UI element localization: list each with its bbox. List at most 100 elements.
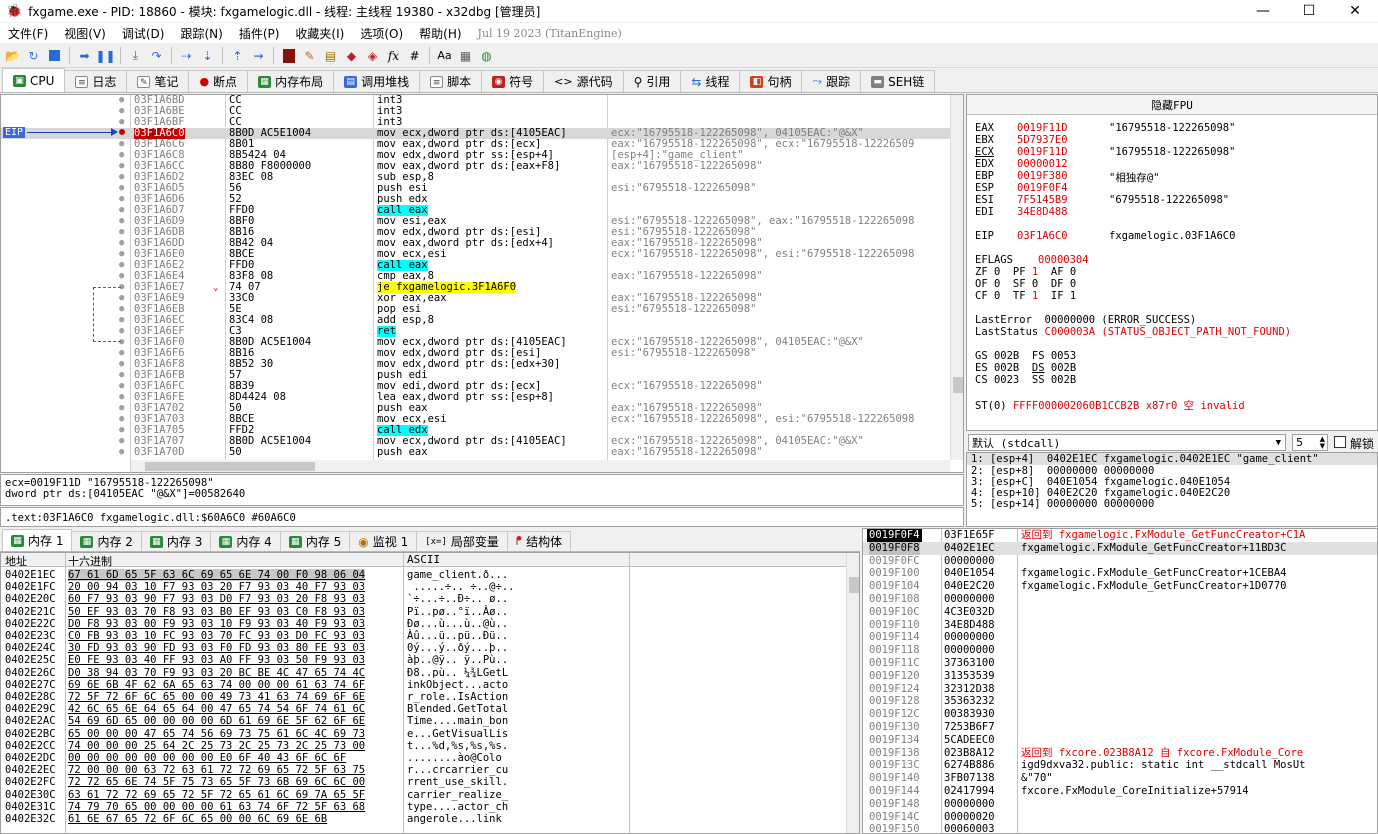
- tab-handles[interactable]: ◧ 句柄: [739, 70, 803, 92]
- labels-icon[interactable]: ◆: [343, 47, 360, 64]
- dump-row[interactable]: 0402E21C 50 EF 93 03 70 F8 93 03 B0 EF 93…: [1, 606, 846, 618]
- arguments-list[interactable]: 1: [esp+4] 0402E1EC fxgamelogic.0402E1EC…: [966, 452, 1378, 527]
- dump-row[interactable]: 0402E29C 42 6C 65 6E 64 65 64 00 47 65 74…: [1, 703, 846, 715]
- hash-icon[interactable]: #: [406, 47, 423, 64]
- stack-row[interactable]: 0019F104 040E2C20 fxgamelogic.FxModule_Get…: [863, 580, 1377, 593]
- tab-memory-map[interactable]: ▦ 内存布局: [247, 70, 335, 92]
- stack-row[interactable]: 0019F12C 00383930: [863, 708, 1377, 721]
- bp-gutter-dot-icon[interactable]: ●: [119, 161, 124, 172]
- dump-row[interactable]: 0402E20C 60 F7 93 03 90 F7 93 03 D0 F7 93…: [1, 593, 846, 605]
- tab-dump-4[interactable]: ▦ 内存 4: [210, 531, 281, 551]
- register-edi[interactable]: EDI 34E8D488: [975, 206, 1068, 218]
- stack-row[interactable]: 0019F0F4 03F1E65F 返回到 fxgamelogic.FxModule…: [863, 529, 1377, 542]
- step-into-icon[interactable]: ⤓: [127, 47, 144, 64]
- stack-row[interactable]: 0019F114 00000000: [863, 631, 1377, 644]
- close-button[interactable]: ✕: [1332, 0, 1378, 22]
- spinner-arrows-icon[interactable]: ▲ ▼: [1320, 435, 1325, 450]
- bp-gutter-dot-icon[interactable]: ●: [119, 139, 124, 150]
- tab-locals[interactable]: [x=] 局部变量: [416, 531, 508, 551]
- dump-row[interactable]: 0402E2FC 72 72 65 6E 74 5F 75 73 65 5F 73…: [1, 776, 846, 788]
- memory-dump[interactable]: 地址 十六进制 ASCII 0402E1EC 67 61 6D 65 5F 63 …: [0, 552, 860, 834]
- tab-symbols[interactable]: ◉ 符号: [481, 70, 545, 92]
- trace-over-icon[interactable]: ⇣: [199, 47, 216, 64]
- dump-row[interactable]: 0402E30C 63 61 72 72 69 65 72 5F 72 65 61…: [1, 789, 846, 801]
- stack-row[interactable]: 0019F13C 6274B886 igd9dxva32.public: stati…: [863, 759, 1377, 772]
- stack-row[interactable]: 0019F120 31353539: [863, 670, 1377, 683]
- bp-gutter-dot-icon[interactable]: ●: [119, 172, 124, 183]
- eflags-register[interactable]: EFLAGS 00000304: [975, 254, 1089, 266]
- bp-gutter-dot-icon[interactable]: ●: [119, 205, 124, 216]
- bp-gutter-dot-icon[interactable]: ●: [119, 95, 124, 106]
- tab-struct[interactable]: ᖰ 结构体: [506, 531, 572, 551]
- run-to-user-code-icon[interactable]: ⇝: [250, 47, 267, 64]
- bp-gutter-dot-icon[interactable]: ●: [119, 183, 124, 194]
- flags-row[interactable]: ZF 0 PF 1 AF 0: [975, 266, 1076, 278]
- bp-gutter-dot-icon[interactable]: ●: [119, 425, 124, 436]
- stack-view[interactable]: 0019F0F4 03F1E65F 返回到 fxgamelogic.FxModule…: [862, 528, 1378, 834]
- tab-seh-chain[interactable]: ▬ SEH链: [860, 70, 936, 92]
- tab-log[interactable]: ≡ 日志: [64, 70, 128, 92]
- bp-gutter-dot-icon[interactable]: ●: [119, 359, 124, 370]
- pause-icon[interactable]: ❚❚: [95, 47, 115, 64]
- stack-row[interactable]: 0019F130 7253B6F7: [863, 721, 1377, 734]
- restart-icon[interactable]: ↻: [25, 47, 42, 64]
- argument-row[interactable]: 1: [esp+4] 0402E1EC fxgamelogic.0402E1EC…: [971, 453, 1319, 465]
- dump-row[interactable]: 0402E2DC 00 00 00 00 00 00 00 00 E0 6F 40…: [1, 752, 846, 764]
- stack-row[interactable]: 0019F0FC 00000000: [863, 555, 1377, 568]
- patch-icon[interactable]: ✎: [301, 47, 318, 64]
- stack-row[interactable]: 0019F150 00060003: [863, 823, 1377, 833]
- hide-fpu-header[interactable]: 隐藏FPU: [967, 95, 1377, 115]
- tab-notes[interactable]: ✎ 笔记: [126, 70, 190, 92]
- dump-row[interactable]: 0402E23C C0 FB 93 03 10 FC 93 03 70 FC 93…: [1, 630, 846, 642]
- stack-row[interactable]: 0019F138 023B8A12 返回到 fxcore.023B8A12 自 fx…: [863, 747, 1377, 760]
- bp-gutter-dot-icon[interactable]: ●: [119, 348, 124, 359]
- registers-pane[interactable]: 隐藏FPU EAX 0019F11D "16795518-122265098" EBX…: [966, 94, 1378, 431]
- tab-watch-1[interactable]: ◉ 监视 1: [349, 531, 418, 551]
- register-ecx[interactable]: ECX 0019F11D "16795518-122265098": [975, 146, 1235, 158]
- tab-source[interactable]: <> 源代码: [543, 70, 624, 92]
- bp-gutter-dot-icon[interactable]: ●: [119, 238, 124, 249]
- dump-row[interactable]: 0402E28C 72 5F 72 6F 6C 65 00 00 49 73 41…: [1, 691, 846, 703]
- bp-gutter-dot-icon[interactable]: ●: [119, 271, 124, 282]
- scroll-thumb[interactable]: [953, 377, 963, 393]
- stack-row[interactable]: 0019F110 34E8D488: [863, 619, 1377, 632]
- disasm-vscrollbar[interactable]: [950, 95, 963, 460]
- execute-till-return-icon[interactable]: ⇡: [229, 47, 246, 64]
- stack-row[interactable]: 0019F10C 4C3E032D: [863, 606, 1377, 619]
- register-ebx[interactable]: EBX 5D7937E0: [975, 134, 1068, 146]
- register-eax[interactable]: EAX 0019F11D "16795518-122265098": [975, 122, 1235, 134]
- bp-gutter-dot-icon[interactable]: ●: [119, 117, 124, 128]
- bp-gutter-dot-icon[interactable]: ●: [119, 227, 124, 238]
- trace-into-icon[interactable]: ⇢: [178, 47, 195, 64]
- stack-row[interactable]: 0019F144 02417994 fxcore.FxModule_CoreInit…: [863, 785, 1377, 798]
- bp-gutter-dot-icon[interactable]: ●: [119, 150, 124, 161]
- disassembly-view[interactable]: ● 03F1A6BD CC int3 ● 03F1A6BE CC int3 ● 03F1A6BF C…: [0, 94, 964, 473]
- stack-row[interactable]: 0019F100 040E1054 fxgamelogic.FxModule_Get…: [863, 567, 1377, 580]
- menu-view[interactable]: 视图(V): [56, 25, 114, 42]
- stack-row[interactable]: 0019F140 3FB07138 &"70": [863, 772, 1377, 785]
- disasm-hscrollbar[interactable]: [131, 460, 950, 472]
- bp-gutter-dot-icon[interactable]: ●: [119, 370, 124, 381]
- dump-row[interactable]: 0402E24C 30 FD 93 03 90 FD 93 03 F0 FD 93…: [1, 642, 846, 654]
- dump-row[interactable]: 0402E27C 69 6E 6B 4F 62 6A 65 63 74 00 00…: [1, 679, 846, 691]
- register-esi[interactable]: ESI 7F5145B9 "6795518-122265098": [975, 194, 1229, 206]
- menu-trace[interactable]: 跟踪(N): [172, 25, 230, 42]
- stack-row[interactable]: 0019F14C 00000020: [863, 811, 1377, 824]
- bp-gutter-dot-icon[interactable]: ●: [119, 260, 124, 271]
- tab-dump-1[interactable]: ▦ 内存 1: [2, 529, 73, 551]
- stack-row[interactable]: 0019F128 35363232: [863, 695, 1377, 708]
- open-icon[interactable]: 📂: [4, 47, 21, 64]
- unlock-checkbox[interactable]: [1334, 436, 1346, 448]
- bp-gutter-dot-icon[interactable]: ●: [119, 194, 124, 205]
- menu-debug[interactable]: 调试(D): [114, 25, 173, 42]
- bp-gutter-dot-icon[interactable]: ●: [119, 381, 124, 392]
- tab-script[interactable]: ≡ 脚本: [419, 70, 483, 92]
- menu-favourites[interactable]: 收藏夹(I): [287, 25, 352, 42]
- arg-count-spinner[interactable]: 5 ▲ ▼: [1292, 434, 1328, 451]
- scylla-icon[interactable]: [280, 47, 297, 64]
- menu-options[interactable]: 选项(O): [352, 25, 411, 42]
- bp-gutter-dot-icon[interactable]: ●: [119, 392, 124, 403]
- tab-cpu[interactable]: ▣ CPU: [2, 68, 66, 92]
- bp-gutter-dot-icon[interactable]: ●: [119, 447, 124, 458]
- stack-row[interactable]: 0019F0F8 0402E1EC fxgamelogic.FxModule_Get…: [863, 541, 1377, 555]
